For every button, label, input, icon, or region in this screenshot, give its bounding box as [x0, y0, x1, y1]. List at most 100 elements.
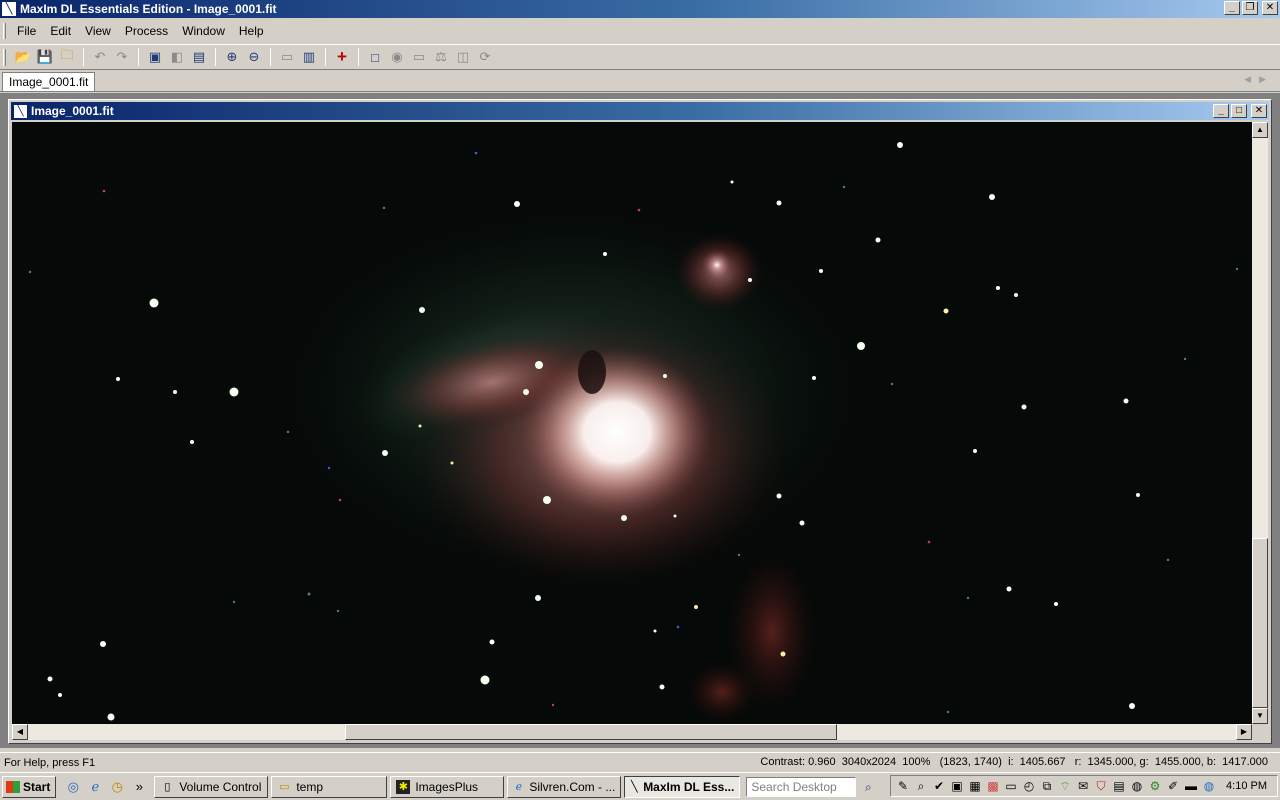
task-silvren[interactable]: ℯ Silvren.Com - ... [507, 775, 622, 798]
screen-icon[interactable]: ▭ [408, 46, 430, 68]
folder-icon: ▭ [279, 780, 290, 793]
properties-icon[interactable]: ▤ [188, 46, 210, 68]
quicklaunch-more-icon[interactable]: » [130, 779, 148, 794]
image-canvas[interactable] [12, 122, 1252, 724]
desktop-search-input[interactable]: Search Desktop [746, 776, 857, 797]
app-title-bar[interactable]: ╲ MaxIm DL Essentials Edition - Image_00… [0, 0, 1280, 18]
select-rect-icon[interactable]: □ [364, 46, 386, 68]
child-maximize-button[interactable]: □ [1231, 104, 1247, 118]
zoom-in-icon[interactable]: ⊕ [221, 46, 243, 68]
vertical-scrollbar[interactable]: ▲ ▼ [1252, 122, 1268, 724]
zoom-out-icon[interactable]: ⊖ [243, 46, 265, 68]
size-grip[interactable] [1252, 724, 1268, 740]
ruler-icon[interactable]: ▭ [276, 46, 298, 68]
image-window-title: Image_0001.fit [31, 104, 114, 118]
check-icon[interactable]: ✔ [931, 779, 947, 793]
eye-icon[interactable]: ◉ [386, 46, 408, 68]
toolbar-separator [83, 48, 84, 66]
scroll-right-button[interactable]: ▶ [1236, 724, 1252, 740]
redo-icon[interactable]: ↷ [111, 46, 133, 68]
tool-icon[interactable]: ✎ [895, 779, 911, 793]
toolbar-separator [325, 48, 326, 66]
mdi-client-area: ╲ Image_0001.fit _ □ ✕ ▲ ▼ ◀ ▶ [0, 93, 1280, 748]
maxim-app-icon[interactable]: ╲ [2, 2, 16, 16]
outlook-icon[interactable]: ◷ [108, 779, 126, 795]
crosshair-icon[interactable]: + [331, 46, 353, 68]
vertical-scroll-thumb[interactable] [1252, 538, 1268, 708]
image-window-title-bar[interactable]: ╲ Image_0001.fit _ □ ✕ [11, 102, 1269, 120]
histogram-icon[interactable]: ▥ [298, 46, 320, 68]
shield-icon[interactable]: ⛉ [1093, 779, 1109, 794]
rotate-icon[interactable]: ⟳ [474, 46, 496, 68]
task-imagesplus[interactable]: ✱ ImagesPlus [390, 775, 505, 798]
menu-grip[interactable] [3, 23, 6, 39]
search-icon[interactable]: ⌕ [858, 777, 878, 797]
display-icon[interactable]: ▭ [1003, 779, 1019, 793]
menu-process[interactable]: Process [118, 24, 175, 38]
scroll-down-button[interactable]: ▼ [1252, 708, 1268, 724]
menu-file[interactable]: File [10, 24, 43, 38]
menu-view[interactable]: View [78, 24, 118, 38]
browser-icon: ℯ [515, 780, 523, 793]
app-title: MaxIm DL Essentials Edition - Image_0001… [20, 2, 277, 16]
close-button[interactable]: ✕ [1262, 1, 1278, 15]
undo-icon[interactable]: ↶ [89, 46, 111, 68]
start-label: Start [23, 779, 51, 794]
minimize-button[interactable]: _ [1224, 1, 1240, 15]
magnifier-icon[interactable]: ⌕ [913, 779, 929, 794]
scroll-left-button[interactable]: ◀ [12, 724, 28, 740]
speaker-icon[interactable]: ◍ [1129, 779, 1145, 793]
task-volume-control[interactable]: ▯ Volume Control [154, 775, 269, 798]
task-maxim[interactable]: ╲ MaxIm DL Ess... [624, 775, 741, 798]
child-minimize-button[interactable]: _ [1213, 104, 1229, 118]
toolbar-separator [358, 48, 359, 66]
horizontal-scroll-thumb[interactable] [345, 724, 837, 740]
toolbar-separator [270, 48, 271, 66]
wifi-icon[interactable]: ⌔ [1057, 779, 1073, 794]
clock-icon[interactable]: ◴ [1021, 779, 1037, 793]
open-folder-icon[interactable]: 📂 [12, 46, 34, 68]
restore-button[interactable]: ❐ [1242, 1, 1258, 15]
menu-bar: File Edit View Process Window Help [0, 20, 1280, 42]
taskbar-clock[interactable]: 4:10 PM [1226, 780, 1267, 792]
network-icon[interactable]: ⧉ [1039, 779, 1055, 794]
tools-icon[interactable]: ⚙ [1147, 779, 1163, 793]
balance-icon[interactable]: ⚖ [430, 46, 452, 68]
monitor-icon[interactable]: ▣ [949, 779, 965, 793]
process-icon[interactable]: ◫ [452, 46, 474, 68]
maxim-app-icon[interactable]: ╲ [14, 104, 27, 118]
image-window: ╲ Image_0001.fit _ □ ✕ ▲ ▼ ◀ ▶ [8, 99, 1272, 744]
status-help-text: For Help, press F1 [4, 756, 96, 769]
toolbar-separator [138, 48, 139, 66]
horizontal-scrollbar[interactable]: ◀ ▶ [12, 724, 1252, 740]
color-grid-icon[interactable]: ▩ [985, 779, 1001, 793]
task-label: ImagesPlus [415, 779, 479, 794]
task-label: temp [296, 779, 324, 794]
device-icon[interactable]: ▬ [1183, 779, 1199, 793]
tab-scroll-arrows[interactable]: ◀▶ [1244, 74, 1274, 85]
toolbar-grip[interactable] [3, 49, 6, 66]
tab-image-0001[interactable]: Image_0001.fit [2, 72, 96, 91]
chat-icon[interactable]: ✉ [1075, 779, 1091, 793]
start-button[interactable]: Start [2, 775, 57, 798]
globe-icon[interactable]: ◍ [1201, 779, 1217, 793]
save-icon[interactable]: 💾 [34, 46, 56, 68]
ie-icon[interactable]: ℯ [86, 779, 104, 795]
browser-icon[interactable]: ◎ [64, 779, 82, 795]
chip-icon[interactable]: ▦ [967, 779, 983, 793]
menu-help[interactable]: Help [232, 24, 271, 38]
imagesplus-icon: ✱ [396, 779, 411, 794]
pen-icon[interactable]: ✐ [1165, 779, 1181, 793]
taskbar: Start ◎ ℯ ◷ » ▯ Volume Control ▭ temp ✱ … [0, 772, 1280, 800]
stretch-icon[interactable]: ◧ [166, 46, 188, 68]
menu-window[interactable]: Window [175, 24, 232, 38]
gpu-icon[interactable]: ▤ [1111, 779, 1127, 793]
task-label: Volume Control [179, 779, 262, 794]
scroll-up-button[interactable]: ▲ [1252, 122, 1268, 138]
nebula-image[interactable] [12, 122, 1252, 724]
task-temp[interactable]: ▭ temp [271, 775, 388, 798]
new-icon[interactable]: 🗀 [56, 46, 78, 68]
image-icon[interactable]: ▣ [144, 46, 166, 68]
menu-edit[interactable]: Edit [43, 24, 78, 38]
child-close-button[interactable]: ✕ [1251, 104, 1267, 118]
